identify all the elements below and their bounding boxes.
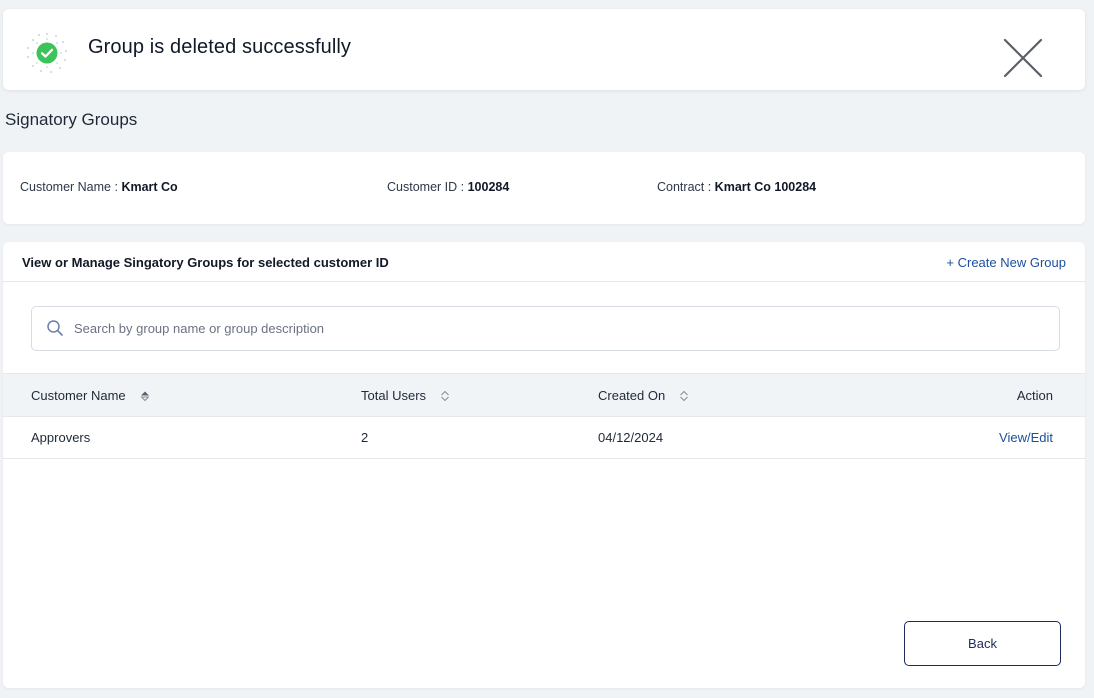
row-total-users: 2 <box>361 430 369 445</box>
column-header-total-users[interactable]: Total Users <box>361 388 450 403</box>
contract-info: Contract : Kmart Co 100284 <box>657 180 816 194</box>
contract-label: Contract : <box>657 180 712 194</box>
create-new-group-link[interactable]: + Create New Group <box>946 255 1066 270</box>
column-label-created-on: Created On <box>598 388 666 403</box>
contract-value: Kmart Co 100284 <box>714 180 817 194</box>
column-header-created-on[interactable]: Created On <box>598 388 689 403</box>
success-check-icon <box>27 33 67 73</box>
customer-name-info: Customer Name : Kmart Co <box>20 180 178 194</box>
back-button[interactable]: Back <box>904 621 1061 666</box>
search-input[interactable] <box>74 307 1034 350</box>
row-customer-name: Approvers <box>31 430 91 445</box>
toast-message: Group is deleted successfully <box>88 36 352 58</box>
close-icon[interactable] <box>1001 36 1045 80</box>
column-label-customer-name: Customer Name <box>31 388 126 403</box>
column-header-customer-name[interactable]: Customer Name <box>31 388 150 403</box>
search-box[interactable] <box>31 306 1060 351</box>
customer-id-value: 100284 <box>467 180 510 194</box>
card-header: View or Manage Singatory Groups for sele… <box>3 242 1085 282</box>
success-toast: Group is deleted successfully <box>3 9 1085 90</box>
search-icon <box>47 320 63 336</box>
view-edit-link[interactable]: View/Edit <box>999 430 1053 445</box>
customer-name-label: Customer Name : <box>20 180 118 194</box>
customer-id-label: Customer ID : <box>387 180 465 194</box>
column-label-action: Action <box>1016 388 1053 403</box>
page-title: Signatory Groups <box>5 110 138 129</box>
customer-info-card: Customer Name : Kmart Co Customer ID : 1… <box>3 152 1085 224</box>
column-label-total-users: Total Users <box>361 388 427 403</box>
sort-icon[interactable] <box>440 390 450 402</box>
card-heading: View or Manage Singatory Groups for sele… <box>22 255 389 270</box>
customer-id-info: Customer ID : 100284 <box>387 180 509 194</box>
signatory-groups-card: View or Manage Singatory Groups for sele… <box>3 242 1085 688</box>
table-header: Customer Name Total Users Created On Act… <box>3 373 1085 417</box>
sort-icon[interactable] <box>679 390 689 402</box>
customer-name-value: Kmart Co <box>121 180 178 194</box>
row-created-on: 04/12/2024 <box>598 430 664 445</box>
column-header-action: Action <box>1017 388 1053 403</box>
table-row: Approvers 2 04/12/2024 View/Edit <box>3 417 1085 459</box>
sort-icon[interactable] <box>140 390 150 402</box>
